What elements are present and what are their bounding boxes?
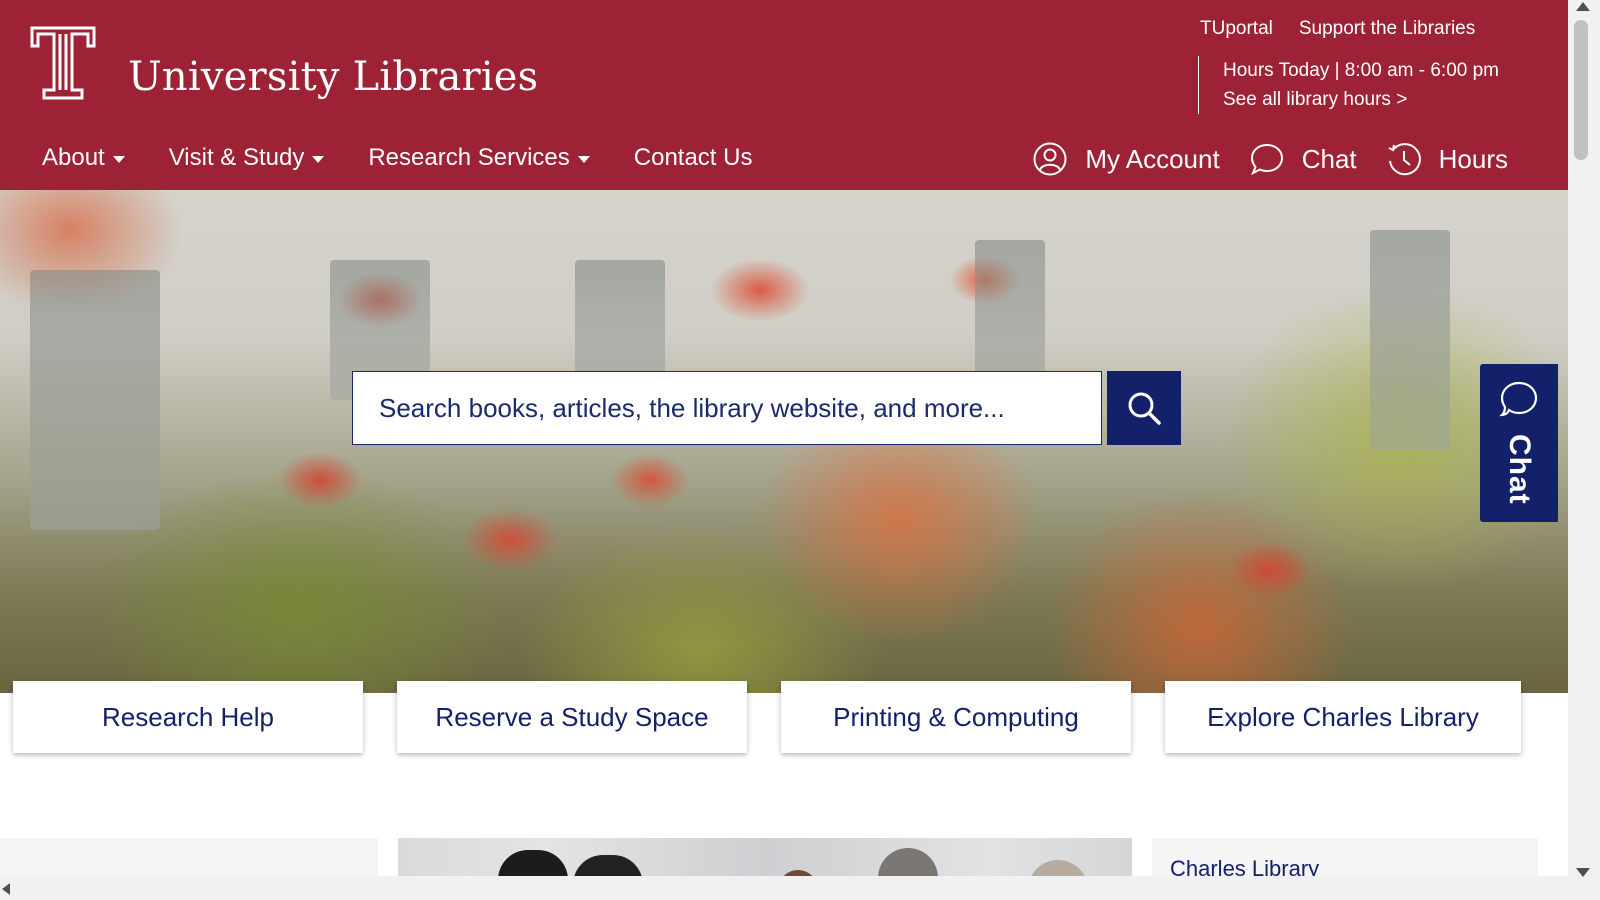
search-button[interactable]: [1107, 371, 1181, 445]
chat-bubble-icon: [1250, 143, 1283, 176]
nav-item-label: About: [42, 144, 105, 171]
nav-item-label: Visit & Study: [168, 144, 305, 171]
hero-image: [0, 190, 1568, 693]
hero-bg-window: [1370, 230, 1450, 450]
quick-link-research-help[interactable]: Research Help: [13, 681, 363, 753]
support-libraries-link[interactable]: Support the Libraries: [1299, 18, 1475, 40]
caret-down-icon: [112, 155, 125, 163]
scroll-up-icon[interactable]: [1576, 2, 1590, 11]
chat-bubble-icon: [1499, 381, 1538, 417]
scroll-left-icon[interactable]: [2, 883, 10, 895]
hours-label: Hours: [1438, 143, 1508, 174]
my-account-link[interactable]: My Account: [1033, 142, 1220, 176]
chat-label: Chat: [1301, 143, 1357, 174]
nav-item-research-services[interactable]: Research Services: [368, 144, 590, 172]
nav-item-contact-us[interactable]: Contact Us: [634, 144, 753, 172]
all-hours-link[interactable]: See all library hours >: [1223, 85, 1499, 114]
nav-item-label: Contact Us: [633, 144, 753, 171]
quick-link-explore-charles-library[interactable]: Explore Charles Library: [1165, 681, 1521, 753]
quick-link-reserve-study-space[interactable]: Reserve a Study Space: [397, 681, 747, 753]
hero-bg-window: [30, 270, 160, 530]
chat-widget-tab[interactable]: Chat: [1480, 364, 1558, 522]
utility-links: TUportal Support the Libraries: [1200, 18, 1475, 40]
clock-icon: [1388, 143, 1421, 176]
tuportal-link[interactable]: TUportal: [1200, 18, 1273, 40]
account-nav: My Account Chat Hours: [1003, 142, 1508, 176]
scroll-down-icon[interactable]: [1576, 868, 1590, 877]
user-icon: [1033, 142, 1067, 176]
chat-tab-label: Chat: [1503, 434, 1536, 505]
search-bar: [352, 371, 1181, 445]
site-header: University Libraries TUportal Support th…: [0, 0, 1568, 190]
chat-link[interactable]: Chat: [1250, 142, 1357, 176]
quick-link-printing-computing[interactable]: Printing & Computing: [781, 681, 1131, 753]
hours-today-box: Hours Today | 8:00 am - 6:00 pm See all …: [1198, 56, 1499, 114]
nav-item-label: Research Services: [368, 144, 570, 171]
caret-down-icon: [577, 155, 590, 163]
nav-item-visit-study[interactable]: Visit & Study: [169, 144, 325, 172]
hours-today-link[interactable]: Hours Today | 8:00 am - 6:00 pm: [1223, 56, 1499, 85]
search-input[interactable]: [352, 371, 1102, 445]
site-title[interactable]: University Libraries: [128, 54, 538, 100]
horizontal-scrollbar[interactable]: [0, 876, 1568, 900]
scrollbar-thumb[interactable]: [1574, 20, 1588, 160]
hours-link[interactable]: Hours: [1387, 142, 1508, 176]
nav-item-about[interactable]: About: [42, 144, 125, 172]
my-account-label: My Account: [1085, 143, 1220, 174]
temple-t-logo-icon[interactable]: [30, 26, 96, 100]
main-nav: About Visit & Study Research Services Co…: [42, 144, 796, 172]
caret-down-icon: [312, 155, 325, 163]
search-icon: [1128, 392, 1161, 425]
